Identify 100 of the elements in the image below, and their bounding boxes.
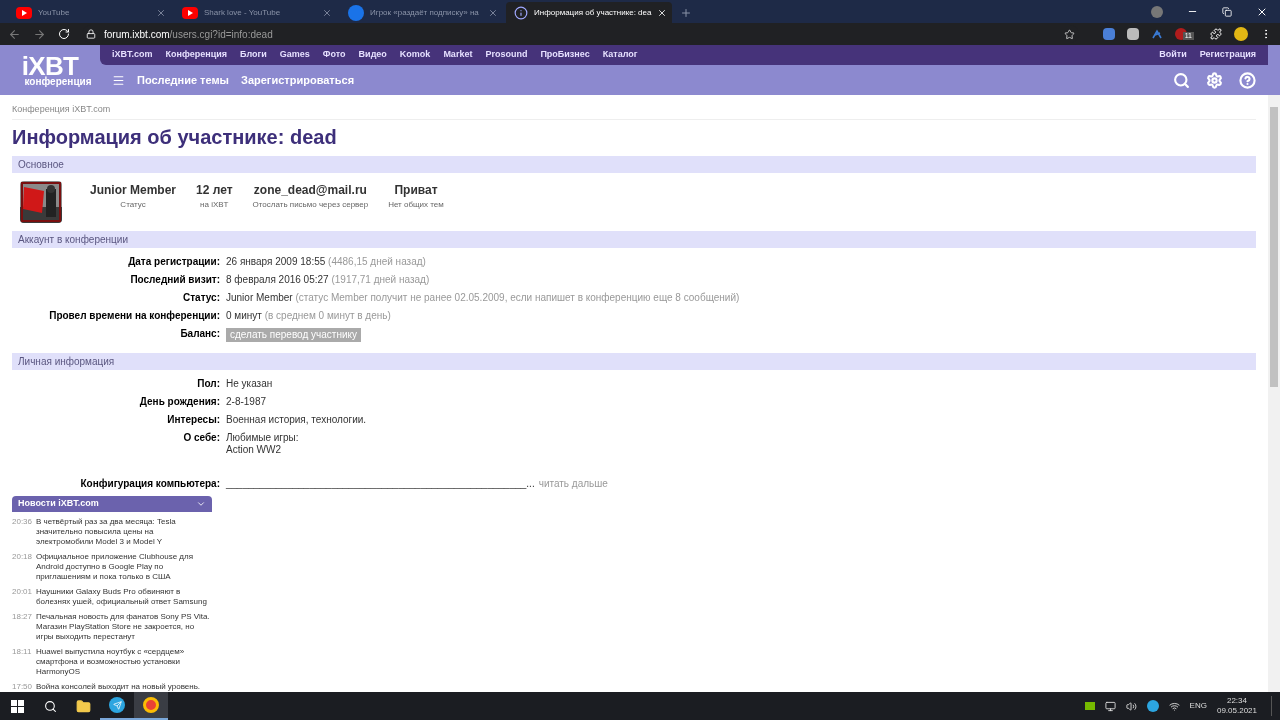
top-nav-link[interactable]: iXBT.com: [112, 48, 153, 62]
clock[interactable]: 22:34 09.05.2021: [1216, 696, 1257, 716]
news-link[interactable]: В четвёртый раз за два месяца: Tesla значительно повысила цены на электромобили Model 3 и Model Y: [36, 517, 212, 547]
chrome-icon: [143, 697, 159, 713]
field-label: Провел времени на конференции:: [48, 310, 220, 322]
close-icon[interactable]: [657, 7, 668, 18]
news-time: 20:36: [12, 517, 32, 528]
top-nav-link[interactable]: Конференция: [165, 48, 227, 62]
back-icon[interactable]: [8, 27, 21, 41]
field-value: 0 минут (в среднем 0 минут в день): [226, 310, 391, 322]
scrollbar[interactable]: [1268, 95, 1280, 692]
chevron-down-icon[interactable]: [196, 499, 206, 509]
settings-icon[interactable]: [1206, 71, 1223, 89]
network-icon[interactable]: [1104, 700, 1116, 712]
language-indicator[interactable]: ENG: [1189, 700, 1207, 712]
field-value: ______________________________________________________...: [226, 478, 535, 490]
extensions-icon[interactable]: [1210, 28, 1222, 40]
breadcrumb-link[interactable]: Конференция iXBT.com: [12, 103, 1256, 120]
section-heading: Основное: [12, 155, 1256, 173]
field-value: Action WW2: [226, 444, 282, 456]
restore-icon[interactable]: [1222, 6, 1232, 17]
field-label: День рождения:: [138, 396, 220, 408]
browser-tab[interactable]: Игрок «раздаёт подписку» на: [340, 2, 506, 23]
info-icon: [514, 5, 528, 20]
wifi-icon[interactable]: [1168, 700, 1180, 712]
stat-value: 12 лет: [196, 181, 233, 199]
field-label: О себе:: [182, 432, 220, 445]
browser-tab[interactable]: Shark love - YouTube: [174, 2, 340, 23]
extension-icon[interactable]: [1102, 28, 1115, 40]
account-link[interactable]: Регистрация: [1199, 48, 1256, 62]
search-icon[interactable]: [1173, 71, 1190, 89]
field-value: Не указан: [226, 378, 273, 390]
new-tab-icon[interactable]: [680, 7, 692, 19]
top-nav-link[interactable]: ПроБизнес: [540, 48, 590, 62]
field-label: Пол:: [196, 378, 220, 390]
stat-caption: Статус: [120, 198, 146, 211]
field-label: Конфигурация компьютера:: [79, 478, 220, 490]
reload-icon[interactable]: [58, 28, 70, 40]
tab-title: Игрок «раздаёт подписку» на: [370, 6, 480, 19]
top-nav-link[interactable]: Каталог: [602, 48, 638, 62]
lock-icon: [86, 29, 96, 39]
news-widget-header[interactable]: Новости iXBT.com: [12, 496, 212, 512]
stat-value: Приват: [394, 181, 438, 199]
field-value: Любимые игры:: [226, 432, 299, 444]
top-nav-link[interactable]: Games: [279, 48, 310, 62]
star-icon[interactable]: [1063, 28, 1075, 40]
field-label: Дата регистрации:: [127, 256, 220, 268]
forward-icon[interactable]: [33, 27, 46, 41]
tab-title: YouTube: [38, 6, 71, 19]
field-label: Баланс:: [179, 328, 220, 341]
news-widget-title: Новости iXBT.com: [18, 497, 100, 511]
tab-title: Информация об участнике: dea: [534, 6, 652, 19]
news-link[interactable]: Наушники Galaxy Buds Pro обвиняют в болезнях ушей, официальный ответ Samsung: [36, 587, 212, 607]
stat-value: zone_dead@mail.ru: [253, 181, 367, 199]
news-link[interactable]: Huawei выпустила ноутбук с «сердцем» смартфона и возможностью установки HarmonyOS: [36, 647, 212, 677]
folder-icon: [75, 698, 91, 714]
field-label: Интересы:: [166, 414, 220, 426]
news-time: 17:50: [12, 682, 32, 692]
volume-icon[interactable]: [1125, 700, 1137, 712]
url-text: forum.ixbt.com/users.cgi?id=info:dead: [104, 27, 273, 42]
extension-icon[interactable]: [1126, 28, 1139, 40]
stat-caption: на iXBT: [200, 198, 229, 211]
top-nav-link[interactable]: Komok: [399, 48, 431, 62]
tray-app-icon[interactable]: [1084, 702, 1095, 710]
field-label: Статус:: [181, 292, 220, 304]
news-link[interactable]: Война консолей выходит на новый уровень.: [36, 682, 201, 692]
extension-icon[interactable]: [1150, 28, 1163, 40]
tab-title: Shark love - YouTube: [204, 6, 282, 19]
stat-caption: Нет общих тем: [388, 198, 444, 211]
news-link[interactable]: Печальная новость для фанатов Sony PS Vita. Магазин PlayStation Store не закроется, но игры выходить перестанут: [36, 612, 212, 642]
top-nav-link[interactable]: Фото: [322, 48, 346, 62]
stat-caption: Отослать письмо через сервер: [252, 198, 369, 211]
field-value: Junior Member (статус Member получит не ранее 02.05.2009, если напишет в конференцию еще 8 сообщений): [226, 292, 740, 304]
field-value: Военная история, технологии.: [226, 414, 367, 426]
help-icon[interactable]: [1239, 71, 1256, 89]
top-nav-link[interactable]: Prosound: [485, 48, 528, 62]
field-value: 8 февраля 2016 05:27 (1917,71 дней назад): [226, 274, 430, 286]
taskbar-app-button[interactable]: [134, 692, 168, 720]
field-value: 2-8-1987: [226, 396, 267, 408]
top-nav-link[interactable]: Блоги: [239, 48, 267, 62]
section-heading: Личная информация: [12, 353, 1256, 370]
logo-subtext: конференция: [24, 77, 92, 87]
video-icon: [182, 6, 198, 19]
news-time: 20:01: [12, 587, 32, 598]
top-nav-link[interactable]: Видео: [358, 48, 387, 62]
browser-tab[interactable]: Информация об участнике: dea: [506, 2, 672, 23]
page-title: Информация об участнике: dead: [12, 124, 338, 150]
video-icon: [16, 6, 32, 19]
avatar-icon[interactable]: [1234, 27, 1248, 41]
section-heading: Аккаунт в конференции: [12, 231, 1256, 248]
top-nav-link[interactable]: Market: [443, 48, 473, 62]
field-label: Последний визит:: [129, 274, 220, 286]
field-value: 26 января 2009 18:55 (4486,15 дней назад): [226, 256, 426, 268]
news-link[interactable]: Официальное приложение Clubhouse для Android доступно в Google Play по приглашениям и пока только в США: [36, 552, 212, 582]
search-icon: [43, 699, 57, 713]
news-time: 20:18: [12, 552, 32, 563]
clock-date: 09.05.2021: [1216, 706, 1257, 716]
browser-tab[interactable]: YouTube: [8, 2, 174, 23]
news-time: 18:11: [12, 647, 32, 658]
account-link[interactable]: Войти: [1159, 48, 1187, 62]
